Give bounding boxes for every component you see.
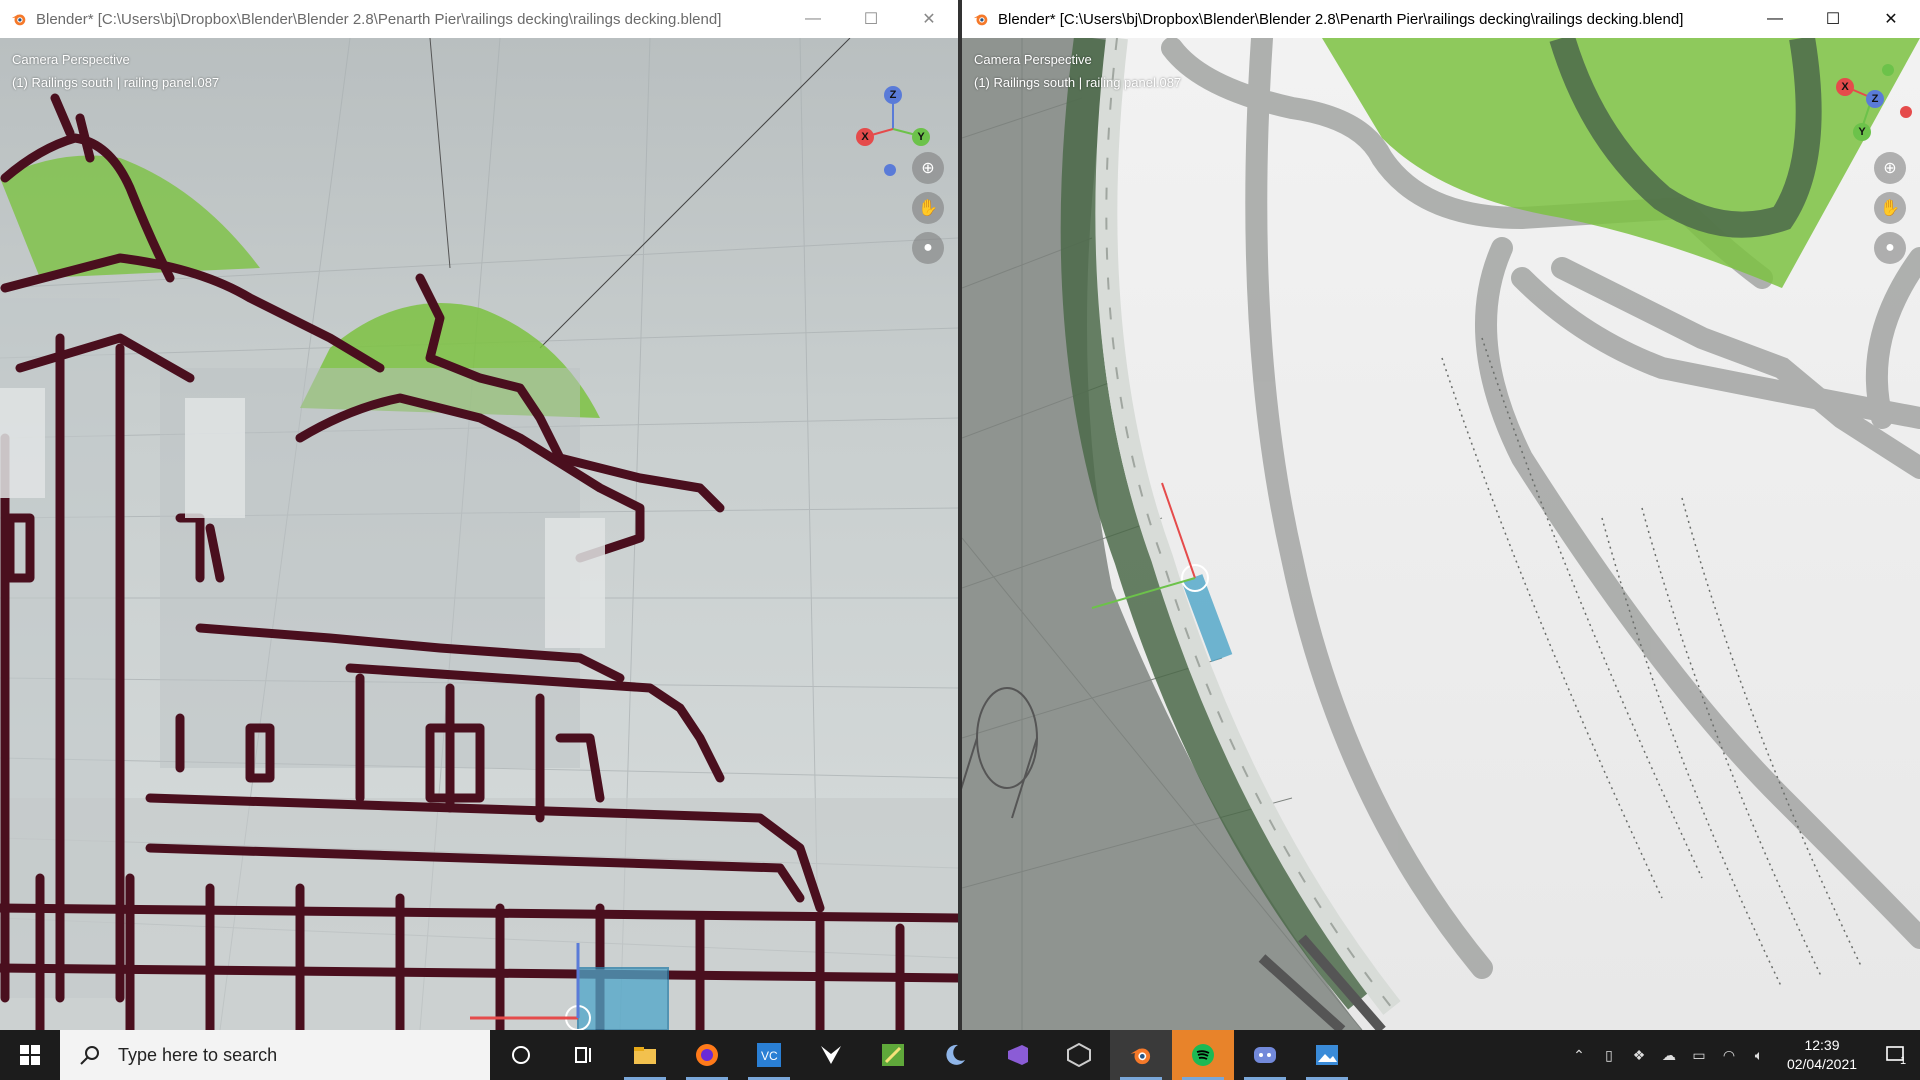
clock[interactable]: 12:39 02/04/2021 xyxy=(1774,1036,1870,1074)
gizmo-y-axis[interactable]: Y xyxy=(912,128,930,146)
maximize-button[interactable]: ☐ xyxy=(1804,0,1862,38)
start-button[interactable] xyxy=(0,1030,60,1080)
moon-app-icon[interactable] xyxy=(924,1030,986,1080)
title-bar[interactable]: Blender* [C:\Users\bj\Dropbox\Blender\Bl… xyxy=(962,0,1920,38)
close-button[interactable]: ✕ xyxy=(900,0,958,38)
3d-viewport[interactable]: Camera Perspective (1) Railings south | … xyxy=(962,38,1920,1030)
fox-app-icon[interactable] xyxy=(800,1030,862,1080)
dropbox-icon[interactable]: ❖ xyxy=(1624,1047,1654,1064)
gizmo-neg-z-axis[interactable] xyxy=(884,164,896,176)
minimize-button[interactable]: — xyxy=(1746,0,1804,38)
notification-count: 1 xyxy=(1899,1055,1907,1067)
zoom-icon[interactable]: ⊕ xyxy=(1874,152,1906,184)
viewport-scene xyxy=(0,38,958,1030)
view-mode-label: Camera Perspective xyxy=(12,52,130,67)
clock-time: 12:39 xyxy=(1804,1037,1840,1053)
device-icon[interactable]: ▯ xyxy=(1594,1047,1624,1064)
gizmo-z-axis[interactable]: Z xyxy=(884,86,902,104)
pan-hand-icon[interactable]: ✋ xyxy=(1874,192,1906,224)
battery-icon[interactable]: ▭ xyxy=(1684,1047,1714,1064)
blender-logo-icon xyxy=(973,14,988,26)
windows-logo-icon xyxy=(20,1045,40,1065)
blender-window-right[interactable]: Blender* [C:\Users\bj\Dropbox\Blender\Bl… xyxy=(962,0,1920,1030)
notification-button[interactable]: 1 xyxy=(1870,1043,1920,1067)
camera-icon[interactable]: ● xyxy=(912,232,944,264)
visual-studio-icon[interactable] xyxy=(986,1030,1048,1080)
spotify-icon[interactable] xyxy=(1172,1030,1234,1080)
search-icon xyxy=(80,1046,99,1065)
gizmo-axes-lines xyxy=(1843,85,1873,129)
photos-icon[interactable] xyxy=(1296,1030,1358,1080)
window-title: Blender* [C:\Users\bj\Dropbox\Blender\Bl… xyxy=(36,10,722,28)
minimize-button[interactable]: — xyxy=(784,0,842,38)
search-box[interactable]: Type here to search xyxy=(60,1030,490,1080)
gizmo-x-axis[interactable]: X xyxy=(1836,78,1854,96)
viewport-scene xyxy=(962,38,1920,1030)
view-mode-label: Camera Perspective xyxy=(974,52,1092,67)
chevron-up-icon[interactable]: ⌃ xyxy=(1564,1047,1594,1064)
close-button[interactable]: ✕ xyxy=(1862,0,1920,38)
taskbar: Type here to search VC ⌃ ▯ ❖ ☁ ▭ ◠ 🔈︎ 12… xyxy=(0,1030,1920,1080)
zoom-icon[interactable]: ⊕ xyxy=(912,152,944,184)
selection-info-label: (1) Railings south | railing panel.087 xyxy=(12,75,220,90)
title-bar[interactable]: Blender* [C:\Users\bj\Dropbox\Blender\Bl… xyxy=(0,0,958,38)
blender-logo-icon xyxy=(11,14,26,26)
file-explorer-icon[interactable] xyxy=(614,1030,676,1080)
volume-icon[interactable]: 🔈︎ xyxy=(1744,1047,1774,1064)
onedrive-icon[interactable]: ☁ xyxy=(1654,1047,1684,1064)
cortana-icon[interactable] xyxy=(490,1030,552,1080)
system-tray: ⌃ ▯ ❖ ☁ ▭ ◠ 🔈︎ 12:39 02/04/2021 1 xyxy=(1564,1030,1920,1080)
svg-text:VC: VC xyxy=(761,1049,778,1063)
gizmo-y-axis[interactable]: Y xyxy=(1853,123,1871,141)
gizmo-neg-y-axis[interactable] xyxy=(1882,64,1894,76)
green-app-icon[interactable] xyxy=(862,1030,924,1080)
wifi-icon[interactable]: ◠ xyxy=(1714,1047,1744,1064)
camera-icon[interactable]: ● xyxy=(1874,232,1906,264)
maximize-button[interactable]: ☐ xyxy=(842,0,900,38)
window-title: Blender* [C:\Users\bj\Dropbox\Blender\Bl… xyxy=(998,10,1684,28)
gizmo-neg-x-axis[interactable] xyxy=(1900,106,1912,118)
discord-icon[interactable] xyxy=(1234,1030,1296,1080)
gizmo-z-axis[interactable]: Z xyxy=(1866,90,1884,108)
task-view-icon[interactable] xyxy=(552,1030,614,1080)
3d-viewport[interactable]: Camera Perspective (1) Railings south | … xyxy=(0,38,958,1030)
selection-info-label: (1) Railings south | railing panel.087 xyxy=(974,75,1182,90)
blender-icon[interactable] xyxy=(1110,1030,1172,1080)
gizmo-x-axis[interactable]: X xyxy=(856,128,874,146)
clock-date: 02/04/2021 xyxy=(1786,1056,1858,1072)
pan-hand-icon[interactable]: ✋ xyxy=(912,192,944,224)
firefox-icon[interactable] xyxy=(676,1030,738,1080)
navigation-gizmo[interactable]: X Z Y xyxy=(1824,62,1914,152)
unity-icon[interactable] xyxy=(1048,1030,1110,1080)
blender-window-left[interactable]: Blender* [C:\Users\bj\Dropbox\Blender\Bl… xyxy=(0,0,958,1030)
vc-icon[interactable]: VC xyxy=(738,1030,800,1080)
search-placeholder: Type here to search xyxy=(118,1044,278,1065)
